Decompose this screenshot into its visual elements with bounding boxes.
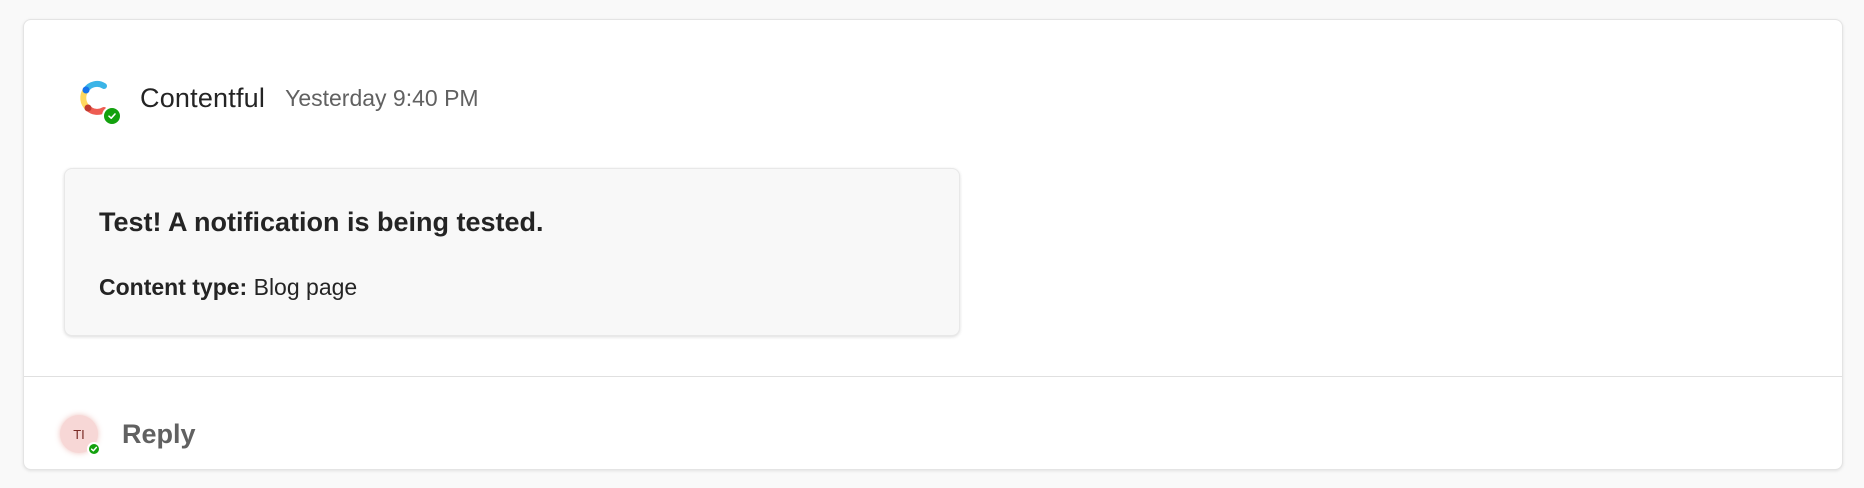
avatar: TI xyxy=(60,415,101,456)
message-header: Contentful Yesterday 9:40 PM xyxy=(72,62,479,134)
available-check-icon xyxy=(87,442,101,456)
card-title: Test! A notification is being tested. xyxy=(99,207,544,237)
available-check-icon xyxy=(102,106,122,126)
fact-key: Content type: xyxy=(99,274,248,300)
divider xyxy=(24,376,1842,377)
message-card: Contentful Yesterday 9:40 PM Test! A not… xyxy=(23,19,1843,470)
sender-name[interactable]: Contentful xyxy=(140,83,265,114)
fact-value: Blog page xyxy=(253,274,358,300)
reply-label: Reply xyxy=(122,418,196,449)
app-avatar[interactable] xyxy=(72,74,122,126)
reply-button[interactable]: TI Reply xyxy=(60,410,196,458)
message-timestamp: Yesterday 9:40 PM xyxy=(285,84,479,111)
avatar-initials: TI xyxy=(73,426,85,442)
adaptive-card: Test! A notification is being tested. Co… xyxy=(64,168,960,336)
card-fact: Content type: Blog page xyxy=(99,274,357,301)
